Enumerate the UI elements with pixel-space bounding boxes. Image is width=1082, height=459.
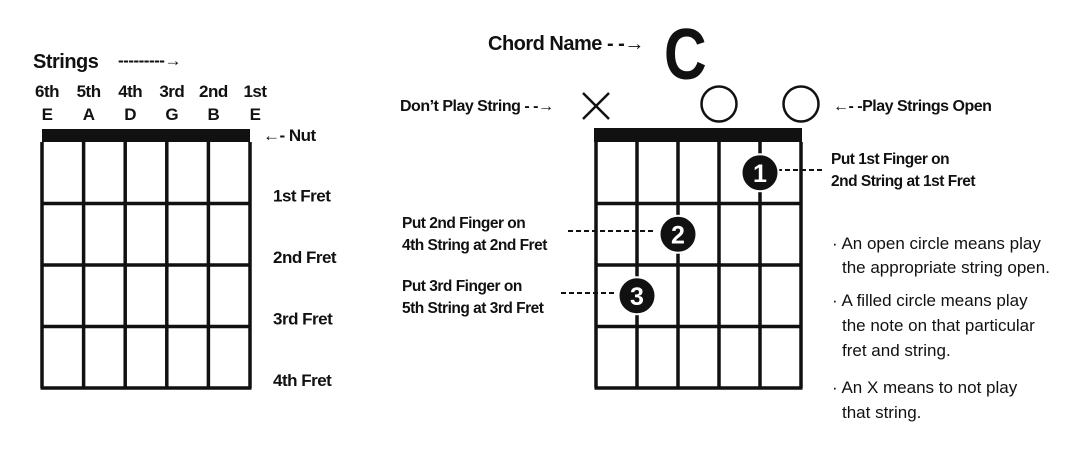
finger-dot-number: 3 [630,283,644,311]
string-note-4: D [124,105,136,124]
callout-finger2-line1: Put 2nd Finger on [402,215,525,232]
chord-name: C [664,13,707,94]
string-ordinal-3: 3rd [159,82,184,101]
play-open-label: ←- -Play Strings Open [833,98,991,115]
note-x-line1: · An X means to not play [832,378,1018,397]
open-string-markers [700,85,820,123]
fret-label-1: 1st Fret [273,187,331,206]
note-filled-line3: fret and string. [842,341,951,360]
callout-finger1: Put 1st Finger on 2nd String at 1st Fret [831,151,976,190]
nut-bar [42,129,250,142]
finger-dots: 1 2 3 [617,153,780,316]
string-ordinal-labels: 6th 5th 4th 3rd 2nd 1st [35,82,268,101]
callout-finger3: Put 3rd Finger on 5th String at 3rd Fret [402,278,544,317]
fret-label-2: 2nd Fret [273,248,337,267]
fretboard-grid [40,142,252,390]
fret-label-3: 3rd Fret [273,310,333,329]
note-x-line2: that string. [842,403,921,422]
finger-dot-number: 1 [753,160,767,188]
finger-dot-number: 2 [671,221,685,249]
finger-dot-3: 3 [617,276,657,316]
string-ordinal-2: 2nd [199,82,228,101]
open-circle-icon [700,85,738,123]
note-filled-line1: · A filled circle means play [832,291,1028,310]
string-note-labels: EADGBE [42,105,262,124]
string-note-6: E [42,105,53,124]
muted-string-markers [582,92,610,120]
legend-notes: · An open circle means play the appropri… [832,234,1050,422]
muted-x-icon [582,92,610,120]
nut-label: ←- Nut [263,126,317,145]
dont-play-label: Don’t Play String - -→ [400,98,553,115]
chord-example: Chord Name - -→ C Don’t Play String - -→… [400,13,1050,422]
note-open-line2: the appropriate string open. [842,258,1050,277]
callout-finger2: Put 2nd Finger on 4th String at 2nd Fret [402,215,548,254]
strings-arrow: ---------→ [118,51,181,70]
note-open-line1: · An open circle means play [832,234,1041,253]
callout-finger3-line1: Put 3rd Finger on [402,278,522,295]
string-ordinal-6: 6th [35,82,59,101]
string-note-1: E [250,105,261,124]
fret-labels: 1st Fret 2nd Fret 3rd Fret 4th Fret [273,187,337,391]
string-ordinal-4: 4th [118,82,142,101]
fret-label-4: 4th Fret [273,371,332,390]
strings-label: Strings [33,51,99,73]
chord-name-label: Chord Name - -→ [488,33,644,55]
string-note-2: B [208,105,220,124]
open-circle-icon [782,85,820,123]
chord-nut-bar [594,128,802,142]
reference-fretboard: Strings ---------→ 6th 5th 4th 3rd 2nd 1st E A… [33,51,337,390]
string-ordinal-5: 5th [77,82,101,101]
string-note-3: G [165,105,178,124]
callout-finger2-line2: 4th String at 2nd Fret [402,237,547,254]
string-ordinal-1: 1st [243,82,267,101]
finger-dot-1: 1 [740,153,780,193]
string-note-5: A [83,105,95,124]
callout-finger1-line2: 2nd String at 1st Fret [831,173,975,190]
finger-dot-2: 2 [658,214,698,254]
note-filled-line2: the note on that particular [842,316,1035,335]
callout-finger3-line2: 5th String at 3rd Fret [402,300,544,317]
chord-chart-diagram: Strings ---------→ 6th 5th 4th 3rd 2nd 1st E A… [33,13,1050,422]
callout-finger1-line1: Put 1st Finger on [831,151,949,168]
